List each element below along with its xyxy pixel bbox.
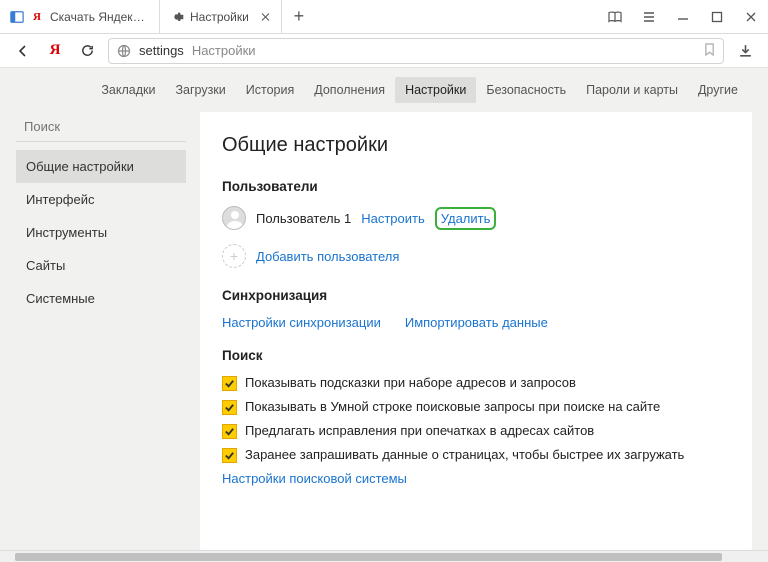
reload-button[interactable]: [76, 40, 98, 62]
sidebar-item-tools[interactable]: Инструменты: [16, 216, 186, 249]
close-icon[interactable]: [261, 12, 271, 22]
checkbox-label: Показывать в Умной строке поисковые запр…: [245, 399, 660, 414]
checkbox-suggestions[interactable]: [222, 376, 237, 391]
sidebar-item-sites[interactable]: Сайты: [16, 249, 186, 282]
gear-icon: [170, 10, 184, 24]
user-configure-link[interactable]: Настроить: [361, 211, 425, 226]
close-window-button[interactable]: [734, 0, 768, 34]
search-heading: Поиск: [222, 348, 730, 363]
import-data-link[interactable]: Импортировать данные: [405, 315, 548, 330]
checkbox-smartbar[interactable]: [222, 400, 237, 415]
checkbox-label: Предлагать исправления при опечатках в а…: [245, 423, 594, 438]
maximize-button[interactable]: [700, 0, 734, 34]
nav-addons[interactable]: Дополнения: [304, 77, 395, 103]
tab-label: Скачать Яндекс.Браузер д...: [50, 10, 149, 24]
tab-label: Настройки: [190, 10, 249, 24]
add-user-row[interactable]: + Добавить пользователя: [222, 244, 730, 268]
globe-icon: [117, 44, 131, 58]
checkbox-typos[interactable]: [222, 424, 237, 439]
tab-bar: Я Скачать Яндекс.Браузер д... Настройки …: [0, 0, 768, 34]
tab-other-site[interactable]: Я Скачать Яндекс.Браузер д...: [0, 0, 160, 33]
nav-downloads[interactable]: Загрузки: [165, 77, 235, 103]
address-bar: Я settings Настройки: [0, 34, 768, 68]
search-section: Поиск Показывать подсказки при наборе ад…: [222, 348, 730, 486]
user-delete-link[interactable]: Удалить: [435, 207, 497, 230]
nav-history[interactable]: История: [236, 77, 304, 103]
horizontal-scrollbar[interactable]: [0, 550, 768, 562]
menu-button[interactable]: [632, 0, 666, 34]
sidebar-dock-icon: [10, 10, 24, 24]
address-path: settings: [139, 43, 184, 58]
sidebar-list: Общие настройки Интерфейс Инструменты Са…: [16, 150, 186, 315]
checkbox-row: Заранее запрашивать данные о страницах, …: [222, 447, 730, 463]
sync-section: Синхронизация Настройки синхронизации Им…: [222, 288, 730, 330]
settings-sidebar: Общие настройки Интерфейс Инструменты Са…: [16, 112, 186, 550]
minimize-button[interactable]: [666, 0, 700, 34]
new-tab-button[interactable]: +: [282, 0, 316, 33]
settings-main-panel: Общие настройки Пользователи Пользовател…: [200, 112, 752, 550]
page-title: Общие настройки: [222, 134, 730, 157]
checkbox-prefetch[interactable]: [222, 448, 237, 463]
user-row: Пользователь 1 Настроить Удалить: [222, 206, 730, 230]
search-engine-settings-link[interactable]: Настройки поисковой системы: [222, 471, 407, 486]
sidebar-item-interface[interactable]: Интерфейс: [16, 183, 186, 216]
scrollbar-thumb[interactable]: [15, 553, 722, 561]
sync-heading: Синхронизация: [222, 288, 730, 303]
nav-passwords[interactable]: Пароли и карты: [576, 77, 688, 103]
yandex-home-button[interactable]: Я: [44, 40, 66, 62]
plus-icon: +: [222, 244, 246, 268]
nav-bookmarks[interactable]: Закладки: [91, 77, 165, 103]
content-area: Общие настройки Интерфейс Инструменты Са…: [0, 112, 768, 550]
user-name: Пользователь 1: [256, 211, 351, 226]
tab-settings[interactable]: Настройки: [160, 0, 282, 33]
bookmark-icon[interactable]: [704, 43, 715, 59]
checkbox-row: Показывать подсказки при наборе адресов …: [222, 375, 730, 391]
settings-top-nav: Закладки Загрузки История Дополнения Нас…: [0, 68, 768, 112]
reader-mode-button[interactable]: [598, 0, 632, 34]
add-user-link: Добавить пользователя: [256, 249, 399, 264]
sidebar-item-general[interactable]: Общие настройки: [16, 150, 186, 183]
users-heading: Пользователи: [222, 179, 730, 194]
nav-settings[interactable]: Настройки: [395, 77, 476, 103]
address-title: Настройки: [192, 43, 256, 58]
window-controls: [598, 0, 768, 33]
avatar: [222, 206, 246, 230]
settings-search-input[interactable]: [16, 112, 186, 142]
nav-other[interactable]: Другие: [688, 77, 748, 103]
checkbox-label: Заранее запрашивать данные о страницах, …: [245, 447, 684, 462]
address-field[interactable]: settings Настройки: [108, 38, 724, 64]
nav-security[interactable]: Безопасность: [476, 77, 576, 103]
downloads-button[interactable]: [734, 40, 756, 62]
back-button[interactable]: [12, 40, 34, 62]
users-section: Пользователи Пользователь 1 Настроить Уд…: [222, 179, 730, 268]
sync-settings-link[interactable]: Настройки синхронизации: [222, 315, 381, 330]
checkbox-row: Показывать в Умной строке поисковые запр…: [222, 399, 730, 415]
sidebar-item-system[interactable]: Системные: [16, 282, 186, 315]
checkbox-row: Предлагать исправления при опечатках в а…: [222, 423, 730, 439]
yandex-favicon: Я: [30, 10, 44, 24]
checkbox-label: Показывать подсказки при наборе адресов …: [245, 375, 576, 390]
